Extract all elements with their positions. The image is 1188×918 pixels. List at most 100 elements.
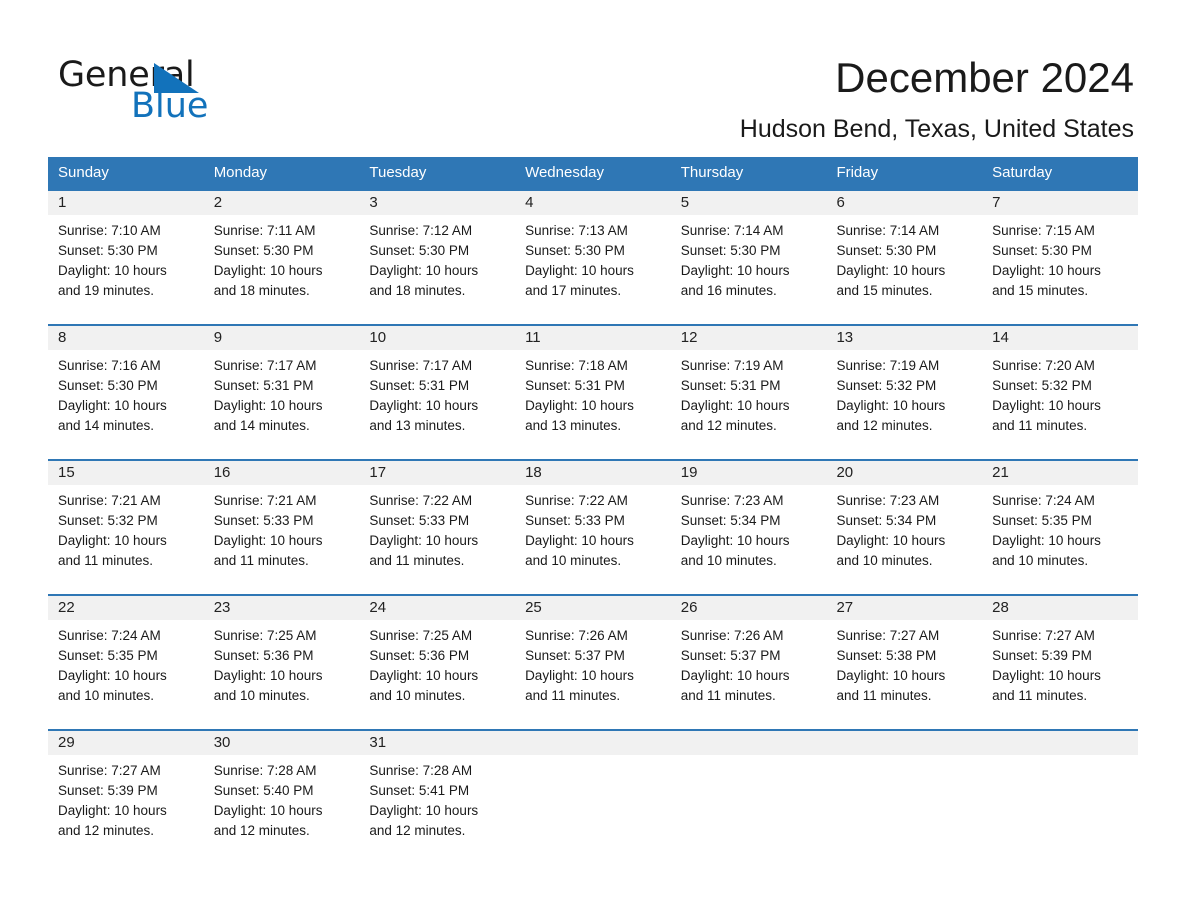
day-info: Sunrise: 7:12 AM Sunset: 5:30 PM Dayligh… [359,215,515,301]
daylight-line1: Daylight: 10 hours [525,668,634,683]
sunrise-text: Sunrise: 7:23 AM [680,493,784,508]
day-cell[interactable]: 6 Sunrise: 7:14 AM Sunset: 5:30 PM Dayli… [826,191,983,324]
day-cell[interactable]: 31 Sunrise: 7:28 AM Sunset: 5:41 PM Dayl… [359,731,516,859]
day-cell[interactable]: 28 Sunrise: 7:27 AM Sunset: 5:39 PM Dayl… [982,596,1138,729]
day-number: 8 [48,326,204,350]
daylight-line1: Daylight: 10 hours [680,263,790,278]
weekday-header-thursday: Thursday [680,164,744,181]
day-cell[interactable]: 16 Sunrise: 7:21 AM Sunset: 5:33 PM Dayl… [203,461,360,594]
day-cell-empty [982,731,1138,859]
day-cell[interactable]: 9 Sunrise: 7:17 AM Sunset: 5:31 PM Dayli… [203,326,360,459]
day-cell[interactable]: 18 Sunrise: 7:22 AM Sunset: 5:33 PM Dayl… [515,461,671,594]
day-cell[interactable]: 17 Sunrise: 7:22 AM Sunset: 5:33 PM Dayl… [359,461,516,594]
day-cell[interactable]: 20 Sunrise: 7:23 AM Sunset: 5:34 PM Dayl… [826,461,983,594]
day-cell[interactable]: 10 Sunrise: 7:17 AM Sunset: 5:31 PM Dayl… [359,326,516,459]
day-cell[interactable]: 12 Sunrise: 7:19 AM Sunset: 5:31 PM Dayl… [670,326,827,459]
day-info: Sunrise: 7:26 AM Sunset: 5:37 PM Dayligh… [671,620,827,706]
day-info: Sunrise: 7:23 AM Sunset: 5:34 PM Dayligh… [671,485,827,571]
day-cell[interactable]: 7 Sunrise: 7:15 AM Sunset: 5:30 PM Dayli… [982,191,1138,324]
daylight-line2: and 11 minutes. [58,553,154,568]
day-cell[interactable]: 30 Sunrise: 7:28 AM Sunset: 5:40 PM Dayl… [203,731,360,859]
sunrise-text: Sunrise: 7:18 AM [525,358,628,373]
sunset-text: Sunset: 5:35 PM [992,513,1092,528]
day-info: Sunrise: 7:28 AM Sunset: 5:41 PM Dayligh… [359,755,515,841]
daylight-line1: Daylight: 10 hours [213,263,323,278]
daylight-line1: Daylight: 10 hours [680,668,790,683]
sunset-text: Sunset: 5:31 PM [213,378,314,393]
sunset-text: Sunset: 5:30 PM [213,243,314,258]
daylight-line1: Daylight: 10 hours [369,263,479,278]
day-cell[interactable]: 15 Sunrise: 7:21 AM Sunset: 5:32 PM Dayl… [48,461,204,594]
daylight-line1: Daylight: 10 hours [992,263,1101,278]
day-info: Sunrise: 7:27 AM Sunset: 5:38 PM Dayligh… [826,620,982,706]
day-cell[interactable]: 14 Sunrise: 7:20 AM Sunset: 5:32 PM Dayl… [982,326,1138,459]
day-cell[interactable]: 2 Sunrise: 7:11 AM Sunset: 5:30 PM Dayli… [203,191,360,324]
day-info: Sunrise: 7:16 AM Sunset: 5:30 PM Dayligh… [48,350,204,436]
daylight-line1: Daylight: 10 hours [213,533,323,548]
day-info: Sunrise: 7:20 AM Sunset: 5:32 PM Dayligh… [982,350,1138,436]
sunrise-text: Sunrise: 7:27 AM [58,763,161,778]
sunrise-text: Sunrise: 7:25 AM [369,628,473,643]
day-cell[interactable]: 13 Sunrise: 7:19 AM Sunset: 5:32 PM Dayl… [826,326,983,459]
day-number [670,731,827,755]
day-number [515,731,671,755]
day-cell[interactable]: 23 Sunrise: 7:25 AM Sunset: 5:36 PM Dayl… [203,596,360,729]
day-number [982,731,1138,755]
day-number: 12 [670,326,827,350]
day-number: 14 [982,326,1138,350]
weekday-header-tuesday: Tuesday [369,164,427,181]
page-header: General Blue December 2024 Hudson Bend, … [0,0,1188,150]
sunset-text: Sunset: 5:33 PM [525,513,625,528]
daylight-line2: and 10 minutes. [680,553,777,568]
sunset-text: Sunset: 5:32 PM [836,378,937,393]
weekday-header-monday: Monday [213,164,268,181]
daylight-line1: Daylight: 10 hours [369,803,479,818]
day-cell[interactable]: 8 Sunrise: 7:16 AM Sunset: 5:30 PM Dayli… [48,326,204,459]
day-cell-empty [515,731,671,859]
day-cell[interactable]: 25 Sunrise: 7:26 AM Sunset: 5:37 PM Dayl… [515,596,671,729]
sunrise-text: Sunrise: 7:22 AM [369,493,473,508]
day-number: 9 [203,326,360,350]
day-number: 3 [359,191,516,215]
day-cell[interactable]: 5 Sunrise: 7:14 AM Sunset: 5:30 PM Dayli… [670,191,827,324]
sunrise-text: Sunrise: 7:10 AM [58,223,161,238]
day-info: Sunrise: 7:21 AM Sunset: 5:33 PM Dayligh… [204,485,360,571]
day-cell[interactable]: 1 Sunrise: 7:10 AM Sunset: 5:30 PM Dayli… [48,191,204,324]
sunrise-text: Sunrise: 7:27 AM [836,628,940,643]
daylight-line2: and 12 minutes. [680,418,777,433]
weekday-header-saturday: Saturday [992,164,1053,181]
sunset-text: Sunset: 5:30 PM [836,243,937,258]
calendar-grid: Sunday Monday Tuesday Wednesday Thursday… [48,157,1138,859]
calendar-week-row: 8 Sunrise: 7:16 AM Sunset: 5:30 PM Dayli… [48,324,1138,459]
daylight-line2: and 19 minutes. [58,283,155,298]
daylight-line1: Daylight: 10 hours [213,668,323,683]
day-info: Sunrise: 7:19 AM Sunset: 5:32 PM Dayligh… [826,350,982,436]
daylight-line2: and 11 minutes. [680,688,776,703]
general-blue-logo[interactable]: General Blue [58,55,278,127]
day-cell[interactable]: 19 Sunrise: 7:23 AM Sunset: 5:34 PM Dayl… [670,461,827,594]
day-cell[interactable]: 26 Sunrise: 7:26 AM Sunset: 5:37 PM Dayl… [670,596,827,729]
day-cell[interactable]: 27 Sunrise: 7:27 AM Sunset: 5:38 PM Dayl… [826,596,983,729]
day-cell[interactable]: 29 Sunrise: 7:27 AM Sunset: 5:39 PM Dayl… [48,731,204,859]
daylight-line1: Daylight: 10 hours [992,533,1101,548]
sunset-text: Sunset: 5:33 PM [369,513,470,528]
sunset-text: Sunset: 5:37 PM [680,648,781,663]
sunrise-text: Sunrise: 7:15 AM [992,223,1095,238]
sunset-text: Sunset: 5:30 PM [992,243,1092,258]
daylight-line2: and 11 minutes. [369,553,465,568]
day-number: 27 [826,596,983,620]
day-cell[interactable]: 21 Sunrise: 7:24 AM Sunset: 5:35 PM Dayl… [982,461,1138,594]
sunset-text: Sunset: 5:38 PM [836,648,937,663]
day-number: 22 [48,596,204,620]
day-cell[interactable]: 3 Sunrise: 7:12 AM Sunset: 5:30 PM Dayli… [359,191,516,324]
daylight-line2: and 10 minutes. [836,553,933,568]
day-number: 26 [670,596,827,620]
day-cell[interactable]: 11 Sunrise: 7:18 AM Sunset: 5:31 PM Dayl… [515,326,671,459]
daylight-line2: and 12 minutes. [369,823,466,838]
day-cell[interactable]: 24 Sunrise: 7:25 AM Sunset: 5:36 PM Dayl… [359,596,516,729]
day-cell[interactable]: 4 Sunrise: 7:13 AM Sunset: 5:30 PM Dayli… [515,191,671,324]
day-number [826,731,983,755]
sunrise-text: Sunrise: 7:21 AM [58,493,161,508]
day-cell[interactable]: 22 Sunrise: 7:24 AM Sunset: 5:35 PM Dayl… [48,596,204,729]
sunset-text: Sunset: 5:39 PM [58,783,158,798]
